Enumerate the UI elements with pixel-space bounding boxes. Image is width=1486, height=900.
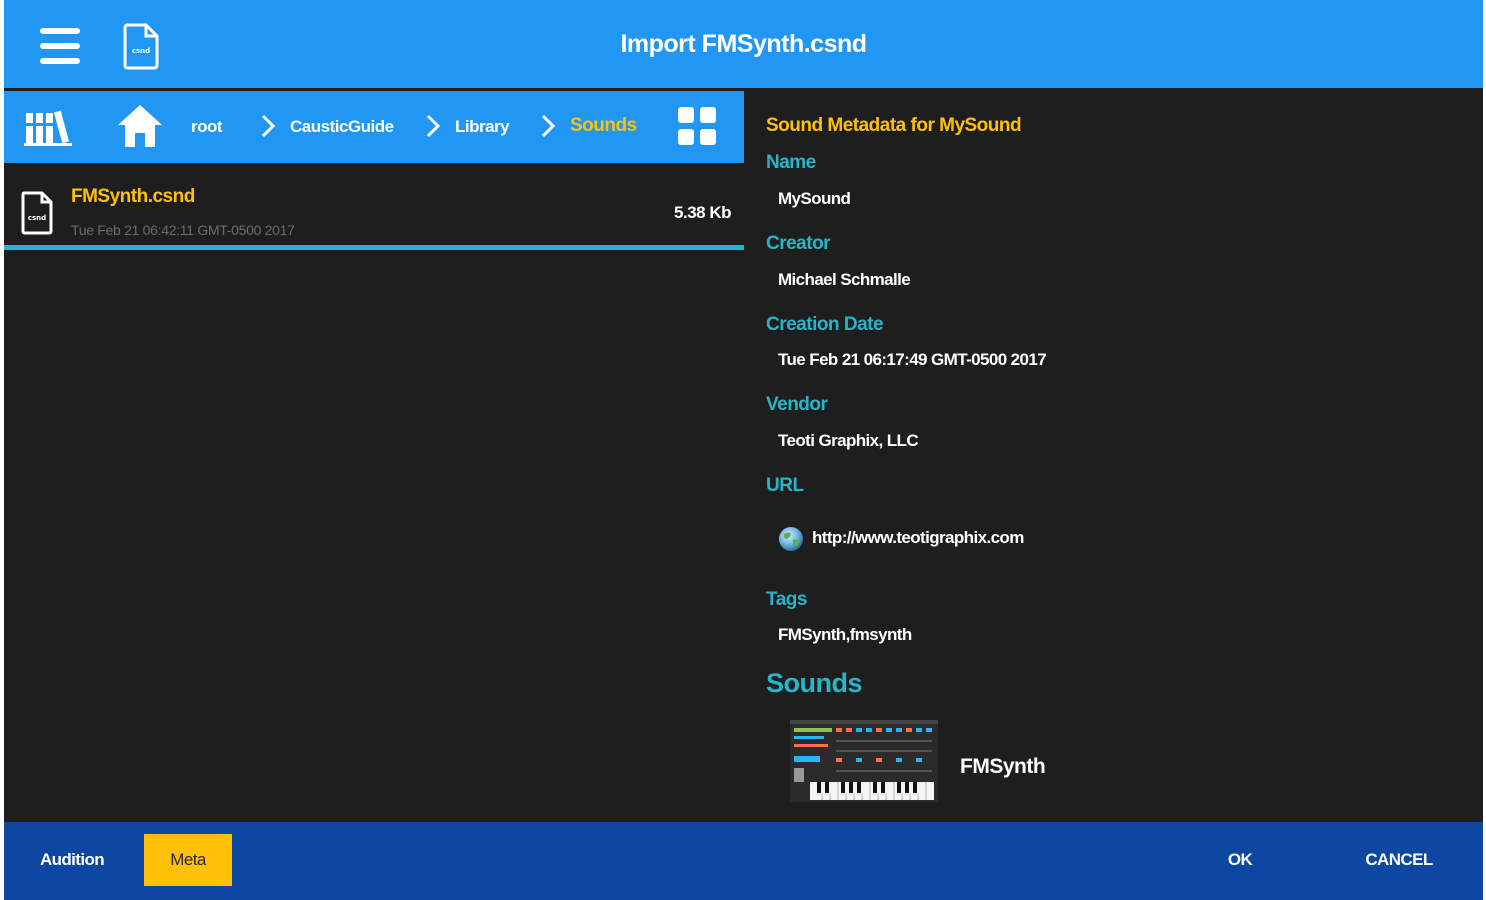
creator-value: Michael Schmalle (778, 270, 911, 289)
window-title: Import FMSynth.csnd (620, 30, 867, 58)
tags-label: Tags (766, 589, 807, 610)
creator-label: Creator (766, 233, 831, 254)
title-bar: csnd Import FMSynth.csnd (4, 0, 1483, 88)
globe-icon (779, 527, 803, 551)
library-icon[interactable] (24, 107, 72, 147)
audition-button[interactable]: Audition (26, 850, 118, 870)
name-label: Name (766, 152, 816, 173)
file-icon: csnd (21, 191, 53, 235)
app-window: csnd Import FMSynth.csnd root CausticGui… (4, 0, 1483, 900)
vendor-value: Teoti Graphix, LLC (778, 431, 919, 450)
vendor-label: Vendor (766, 394, 828, 415)
breadcrumb-item-library[interactable]: Library (455, 117, 510, 137)
breadcrumb-item-sounds[interactable]: Sounds (570, 115, 637, 137)
creation-date-value: Tue Feb 21 06:17:49 GMT-0500 2017 (778, 350, 1047, 369)
sound-item-fmsynth[interactable]: FMSynth (960, 755, 1046, 779)
home-icon[interactable] (116, 103, 164, 149)
ok-button[interactable]: OK (1210, 850, 1270, 870)
list-item[interactable]: csnd FMSynth.csnd Tue Feb 21 06:42:11 GM… (4, 164, 744, 250)
meta-button[interactable]: Meta (144, 834, 232, 886)
url-link[interactable]: http://www.teotigraphix.com (812, 528, 1024, 548)
synth-thumbnail[interactable] (790, 720, 938, 802)
creation-date-label: Creation Date (766, 314, 884, 335)
tags-value: FMSynth,fmsynth (778, 625, 912, 644)
cancel-button[interactable]: CANCEL (1354, 850, 1444, 870)
selection-underline (4, 245, 744, 250)
breadcrumb: root CausticGuide Library Sounds (4, 91, 744, 163)
chevron-right-icon (261, 114, 276, 138)
file-size: 5.38 Kb (674, 203, 731, 222)
file-name: FMSynth.csnd (71, 186, 195, 207)
chevron-right-icon (541, 114, 556, 138)
breadcrumb-item-root[interactable]: root (191, 117, 223, 137)
file-date: Tue Feb 21 06:42:11 GMT-0500 2017 (71, 222, 295, 238)
sounds-heading: Sounds (766, 668, 863, 698)
url-label: URL (766, 475, 804, 496)
chevron-right-icon (426, 114, 441, 138)
bottom-bar: Audition Meta OK CANCEL (4, 822, 1483, 900)
metadata-heading: Sound Metadata for MySound (766, 115, 1022, 136)
breadcrumb-item-causticguide[interactable]: CausticGuide (290, 117, 394, 137)
file-icon-label: csnd (28, 214, 46, 222)
grid-view-icon[interactable] (678, 107, 718, 147)
name-value: MySound (778, 189, 851, 208)
